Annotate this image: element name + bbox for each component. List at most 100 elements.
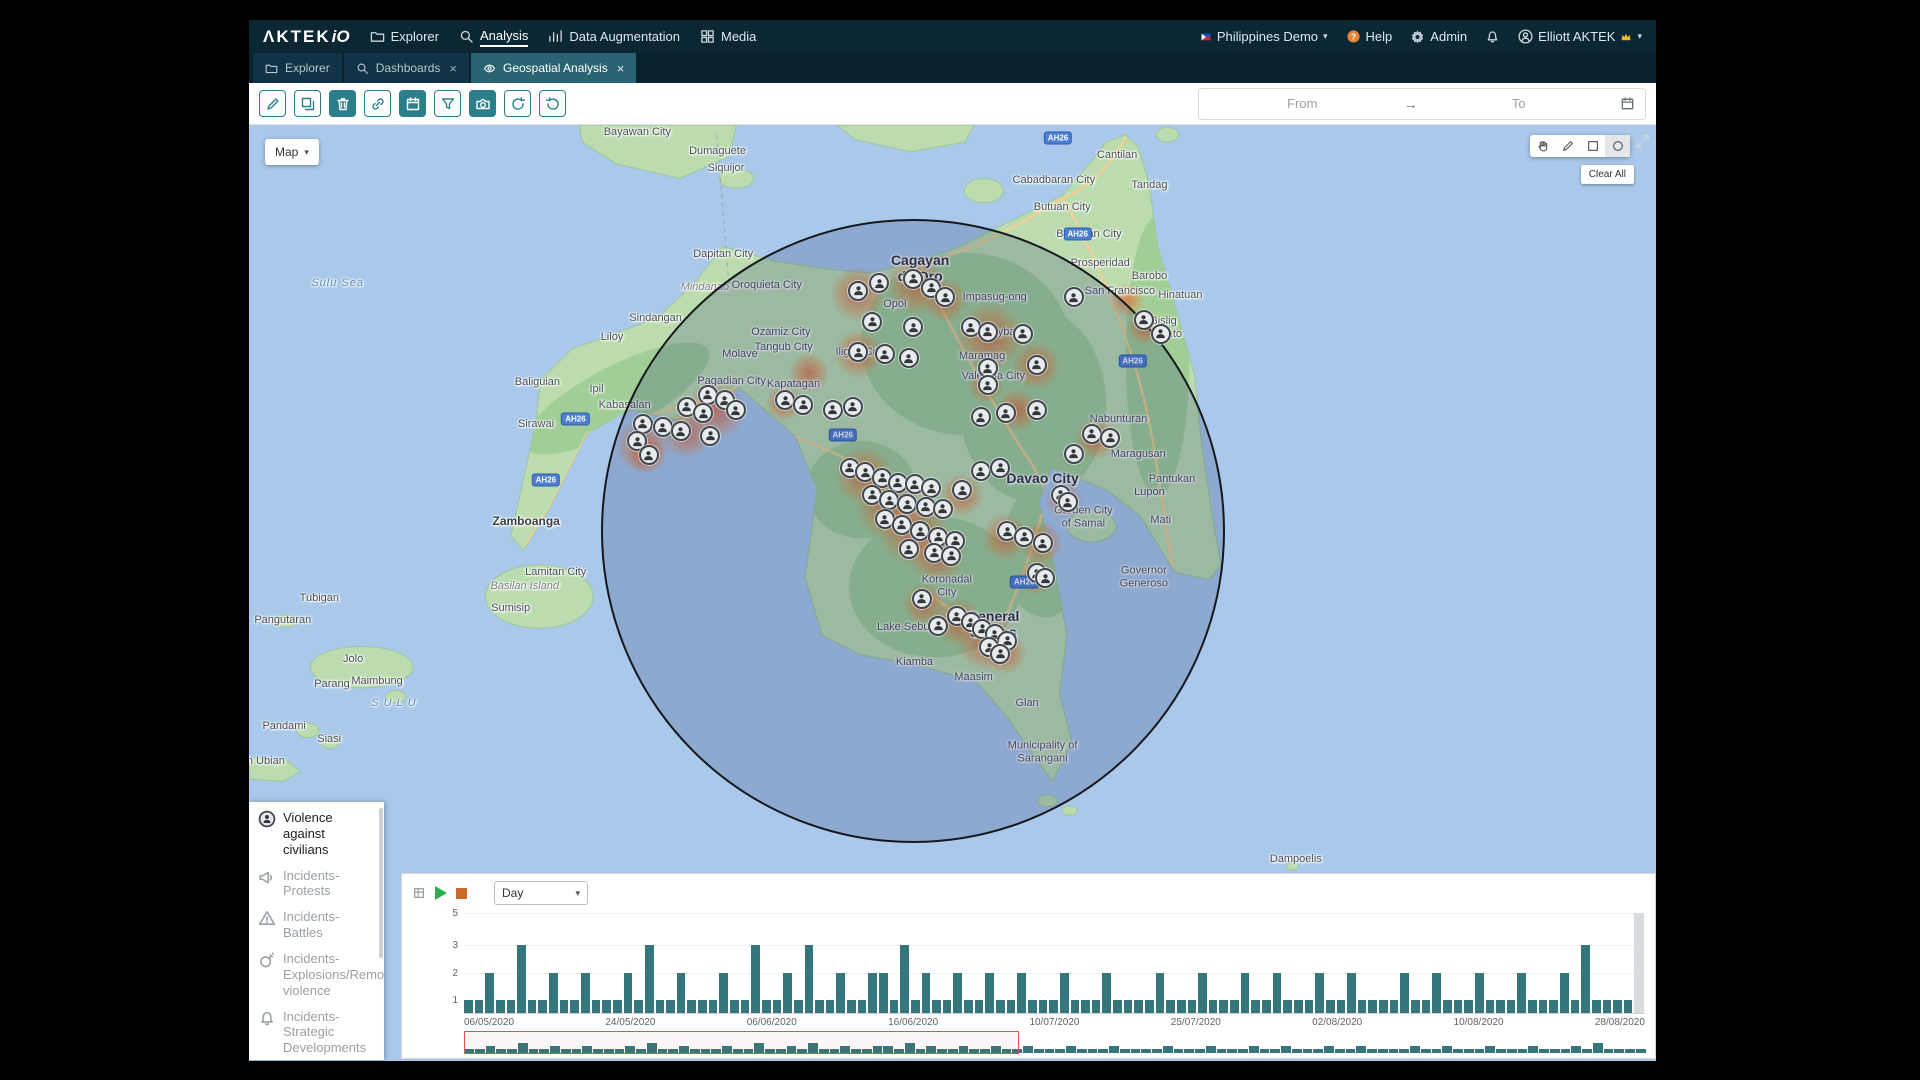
incident-marker[interactable] [898,348,919,369]
refresh-button[interactable] [504,90,531,117]
incident-marker[interactable] [932,498,953,519]
incident-marker[interactable] [995,403,1016,424]
duplicate-button[interactable] [294,90,321,117]
legend-item-violence-against-civilians[interactable]: Violence against civilians [258,810,374,858]
incident-marker[interactable] [1032,533,1053,554]
incident-marker[interactable] [793,394,814,415]
draw-polygon-tool[interactable] [1555,135,1580,157]
tab-label: Dashboards [375,61,441,75]
incident-marker[interactable] [670,421,691,442]
nav-item-analysis[interactable]: Analysis [459,20,529,53]
incident-marker[interactable] [1026,354,1047,375]
nav-item-media[interactable]: Media [700,20,756,53]
draw-rectangle-tool[interactable] [1580,135,1605,157]
incident-marker[interactable] [941,545,962,566]
legend-item-protests[interactable]: Incidents-Protests [258,868,374,900]
incident-marker[interactable] [869,273,890,294]
incident-marker[interactable] [928,615,949,636]
incident-marker[interactable] [822,399,843,420]
incident-marker[interactable] [952,480,973,501]
brand-logo[interactable]: ΛKTEK iO [263,27,350,47]
delete-button[interactable] [329,90,356,117]
incident-marker[interactable] [970,461,991,482]
tab-explorer[interactable]: Explorer [253,53,342,83]
incident-marker[interactable] [638,445,659,466]
incident-marker[interactable] [848,342,869,363]
incident-marker[interactable] [879,490,900,511]
calendar-button[interactable] [399,90,426,117]
incident-marker[interactable] [990,457,1011,478]
incident-marker[interactable] [874,344,895,365]
notifications-button[interactable] [1485,29,1500,44]
incident-marker[interactable] [1014,526,1035,547]
incident-marker[interactable] [652,417,673,438]
filter-button[interactable] [434,90,461,117]
map-type-button[interactable]: Map ▾ [265,139,319,165]
close-icon[interactable]: × [449,61,457,76]
admin-button[interactable]: Admin [1410,27,1467,46]
incident-marker[interactable] [700,425,721,446]
legend-item-strategic-developments[interactable]: Incidents-Strategic Developments [258,1009,374,1057]
legend-item-explosions[interactable]: Incidents-Explosions/Remote violence [258,951,384,999]
nav-item-data-augmentation[interactable]: Data Augmentation [548,20,680,53]
calendar-icon[interactable] [1620,96,1635,111]
incident-marker[interactable] [693,403,714,424]
incident-marker[interactable] [903,268,924,289]
incident-marker[interactable] [911,588,932,609]
snapshot-button[interactable] [469,90,496,117]
incident-marker[interactable] [970,407,991,428]
stop-button[interactable] [456,887,467,899]
incident-marker[interactable] [891,514,912,535]
incident-marker[interactable] [1063,287,1084,308]
crown-icon [1620,31,1632,43]
nav-item-explorer[interactable]: Explorer [370,20,439,53]
incident-marker[interactable] [862,311,883,332]
interval-select[interactable]: Day ▾ [494,881,588,905]
incident-marker[interactable] [1057,492,1078,513]
incident-marker[interactable] [977,321,998,342]
incident-marker[interactable] [977,375,998,396]
incident-marker[interactable] [990,643,1011,664]
nav-item-label: Explorer [390,29,439,44]
incident-marker[interactable] [1063,443,1084,464]
incident-marker[interactable] [1133,309,1154,330]
incident-marker[interactable] [1026,400,1047,421]
incident-marker[interactable] [725,400,746,421]
incident-marker[interactable] [1100,427,1121,448]
incident-marker[interactable] [898,539,919,559]
incident-marker[interactable] [903,317,924,338]
draw-circle-tool[interactable] [1605,135,1630,157]
user-menu[interactable]: Elliott AKTEK ▾ [1518,27,1642,46]
play-button[interactable] [435,886,447,900]
reload-button[interactable] [539,90,566,117]
tab-dashboards[interactable]: Dashboards × [343,53,469,83]
date-from-input[interactable] [1209,96,1396,111]
help-button[interactable]: ? Help [1346,27,1392,46]
timeline-settings-icon[interactable] [412,886,426,900]
clear-all-button[interactable]: Clear All [1580,165,1634,184]
incident-marker[interactable] [842,396,863,417]
incident-marker[interactable] [897,494,918,515]
date-to-input[interactable] [1425,96,1612,111]
workspace-selector[interactable]: Philippines Demo ▾ [1200,27,1328,46]
fullscreen-button[interactable] [1632,131,1652,151]
incident-marker[interactable] [910,521,931,542]
pan-hand-tool[interactable] [1530,135,1555,157]
incident-marker[interactable] [921,478,942,499]
circle-icon [1611,139,1625,153]
incident-marker[interactable] [1081,423,1102,444]
timeline-brush[interactable] [464,1031,1020,1054]
tab-geospatial-analysis[interactable]: Geospatial Analysis × [471,53,637,83]
incident-marker[interactable] [848,280,869,301]
incident-marker[interactable] [1150,323,1171,344]
close-icon[interactable]: × [617,61,625,76]
tab-label: Geospatial Analysis [503,61,608,75]
incident-marker[interactable] [1035,568,1056,589]
incident-marker[interactable] [935,287,956,308]
link-button[interactable] [364,90,391,117]
incident-marker[interactable] [1012,323,1033,344]
legend-item-battles[interactable]: Incidents-Battles [258,909,374,941]
edit-button[interactable] [259,90,286,117]
legend-scrollbar[interactable] [379,808,383,958]
incident-marker[interactable] [775,390,796,411]
